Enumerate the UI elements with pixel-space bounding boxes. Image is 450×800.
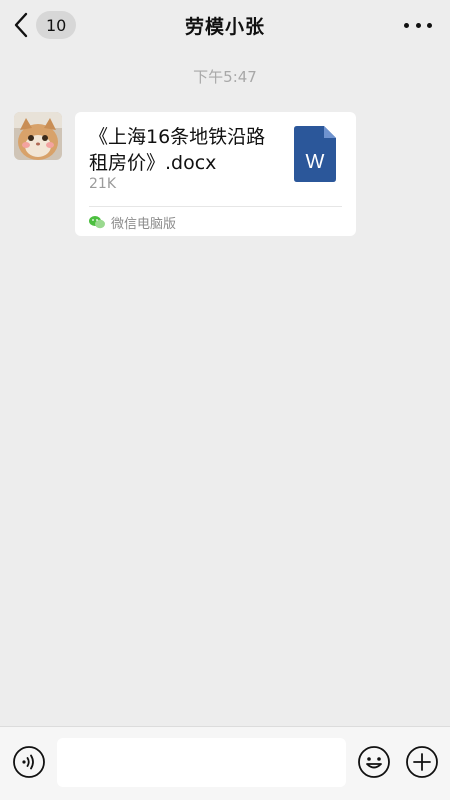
input-bar [0,726,450,800]
voice-icon [13,746,45,778]
word-document-icon: W [294,126,336,182]
chevron-left-icon [10,10,32,40]
bubble-divider [89,206,342,207]
emoji-button[interactable] [357,745,391,779]
message-source: 微信电脑版 [89,212,176,232]
message-timestamp: 下午5:47 [193,68,257,86]
voice-button[interactable] [12,745,46,779]
avatar[interactable] [14,112,62,160]
file-message-bubble[interactable]: 《上海16条地铁沿路租房价》.docx 21K W 微信电脑版 [75,112,356,236]
more-horizontal-icon [415,22,421,28]
chat-header: 10 劳模小张 [0,0,450,50]
wechat-icon [89,215,105,229]
file-name: 《上海16条地铁沿路租房价》.docx [89,126,266,174]
emoji-icon [358,746,390,778]
unread-count-badge: 10 [36,11,77,39]
file-size: 21K [89,176,116,192]
more-functions-button[interactable] [405,745,439,779]
source-label: 微信电脑版 [111,216,177,232]
chat-screen: 10 劳模小张 下午5:47 《上海16条地铁沿路租房价》.docx 21K W… [0,0,450,800]
plus-icon [406,746,438,778]
svg-text:W: W [306,151,325,173]
more-horizontal-icon [427,22,432,28]
message-input[interactable] [57,738,346,787]
chat-title: 劳模小张 [184,15,265,38]
more-options-button[interactable] [404,14,432,36]
back-button[interactable]: 10 [10,8,77,42]
more-horizontal-icon [404,22,409,28]
